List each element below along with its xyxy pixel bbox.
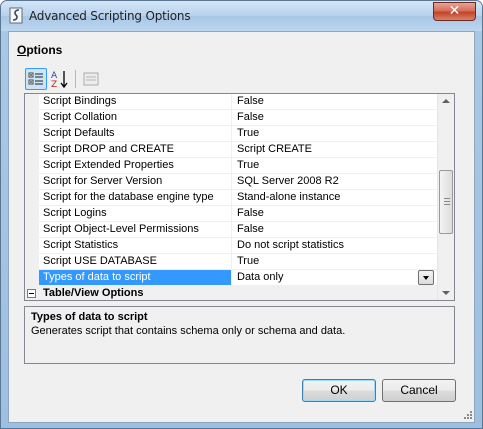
property-row[interactable]: Script Object-Level Permissions False	[39, 222, 437, 238]
property-value[interactable]: True	[233, 126, 437, 141]
category-row-table-view-options[interactable]: Table/View Options	[25, 286, 437, 300]
property-grid-toolbar: A Z	[25, 68, 105, 90]
close-icon: ✕	[448, 3, 461, 19]
property-value[interactable]: True	[233, 158, 437, 173]
chevron-down-icon[interactable]	[418, 270, 434, 285]
description-title: Types of data to script	[31, 311, 148, 323]
property-value[interactable]: False	[233, 222, 437, 237]
window-title: Advanced Scripting Options	[29, 9, 191, 23]
category-label: Table/View Options	[43, 287, 144, 299]
property-name[interactable]: Script Bindings	[39, 94, 232, 109]
options-heading: Options	[17, 43, 62, 57]
property-row[interactable]: Types of data to script Data only	[39, 270, 437, 286]
property-row[interactable]: Script for Server Version SQL Server 2008…	[39, 174, 437, 190]
property-name[interactable]: Script Object-Level Permissions	[39, 222, 232, 237]
property-value[interactable]: SQL Server 2008 R2	[233, 174, 437, 189]
property-value[interactable]: Stand-alone instance	[233, 190, 437, 205]
property-value[interactable]: Data only	[233, 270, 437, 285]
alphabetical-sort-icon: A Z	[51, 71, 68, 90]
alphabetical-button[interactable]: A Z	[49, 68, 71, 90]
property-value[interactable]: Do not script statistics	[233, 238, 437, 253]
svg-text:Z: Z	[51, 80, 57, 90]
cancel-button[interactable]: Cancel	[382, 379, 456, 402]
property-name[interactable]: Script for the database engine type	[39, 190, 232, 205]
property-row[interactable]: Script Collation False	[39, 110, 437, 126]
options-heading-rest: ptions	[26, 43, 63, 57]
title-bar[interactable]: Advanced Scripting Options ✕	[1, 1, 482, 31]
options-mnemonic: O	[17, 43, 27, 57]
close-button[interactable]: ✕	[433, 2, 476, 21]
resize-grip-icon[interactable]	[463, 410, 473, 420]
property-name[interactable]: Script Defaults	[39, 126, 232, 141]
property-value[interactable]: False	[233, 94, 437, 109]
property-name[interactable]: Script Statistics	[39, 238, 232, 253]
categorized-button[interactable]	[25, 68, 47, 90]
property-grid-margin	[25, 94, 39, 300]
dialog-window: Advanced Scripting Options ✕ Options A Z	[0, 0, 483, 429]
vertical-scrollbar[interactable]	[437, 94, 454, 300]
property-name[interactable]: Script DROP and CREATE	[39, 142, 232, 157]
categorized-icon	[28, 72, 43, 85]
script-app-icon	[9, 7, 23, 24]
property-value[interactable]: False	[233, 110, 437, 125]
property-value[interactable]: True	[233, 254, 437, 269]
property-name[interactable]: Script Extended Properties	[39, 158, 232, 173]
thumb-grip-icon	[444, 201, 450, 202]
thumb-grip-icon	[444, 198, 450, 199]
property-row[interactable]: Script Statistics Do not script statistic…	[39, 238, 437, 254]
property-pages-icon	[83, 72, 99, 86]
property-name[interactable]: Script Collation	[39, 110, 232, 125]
ok-button[interactable]: OK	[302, 379, 376, 402]
collapse-icon[interactable]	[27, 289, 36, 298]
thumb-grip-icon	[444, 204, 450, 205]
property-value[interactable]: False	[233, 206, 437, 221]
property-grid[interactable]: Script Bindings False Script Collation Fals…	[24, 93, 455, 301]
property-name[interactable]: Script Logins	[39, 206, 232, 221]
scroll-up-arrow-icon[interactable]	[442, 99, 450, 103]
property-row[interactable]: Script DROP and CREATE Script CREATE	[39, 142, 437, 158]
property-row[interactable]: Script for the database engine type Stand…	[39, 190, 437, 206]
property-name[interactable]: Types of data to script	[39, 270, 232, 285]
description-panel: Types of data to script Generates script…	[24, 306, 455, 364]
property-row[interactable]: Script Extended Properties True	[39, 158, 437, 174]
toolbar-separator	[75, 70, 76, 88]
property-row[interactable]: Script Logins False	[39, 206, 437, 222]
property-name[interactable]: Script for Server Version	[39, 174, 232, 189]
property-row[interactable]: Script Defaults True	[39, 126, 437, 142]
description-text: Generates script that contains schema on…	[31, 325, 346, 337]
scrollbar-thumb[interactable]	[439, 170, 453, 234]
property-row[interactable]: Script Bindings False	[39, 94, 437, 110]
property-value[interactable]: Script CREATE	[233, 142, 437, 157]
scroll-down-arrow-icon[interactable]	[442, 291, 450, 295]
property-name[interactable]: Script USE DATABASE	[39, 254, 232, 269]
property-pages-button[interactable]	[80, 68, 102, 90]
property-row[interactable]: Script USE DATABASE True	[39, 254, 437, 270]
